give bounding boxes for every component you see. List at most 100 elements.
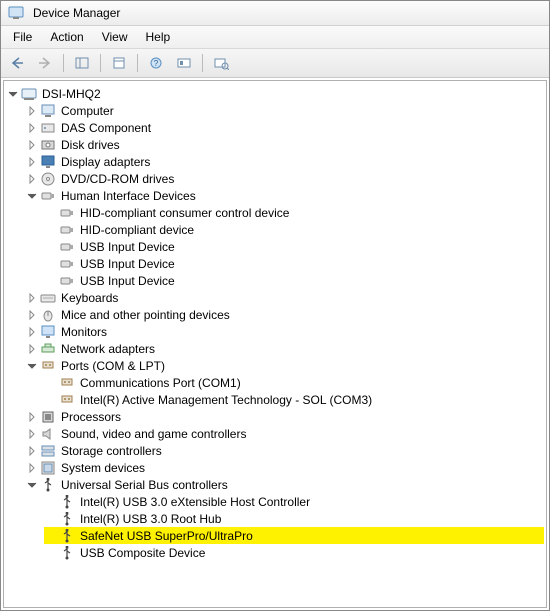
tree-device-node[interactable]: Intel(R) Active Management Technology - … <box>44 391 544 408</box>
tree-category-label: Mice and other pointing devices <box>59 308 232 322</box>
tree-collapse-icon[interactable] <box>25 478 39 492</box>
tree-collapse-icon[interactable] <box>25 189 39 203</box>
dvd-icon <box>40 171 56 187</box>
tree-root-label: DSI-MHQ2 <box>40 87 103 101</box>
tree-device-node[interactable]: USB Input Device <box>44 255 544 272</box>
tree-device-node[interactable]: Communications Port (COM1) <box>44 374 544 391</box>
scan-hardware-button[interactable] <box>172 52 196 74</box>
tree-expand-icon[interactable] <box>25 121 39 135</box>
menu-view[interactable]: View <box>94 28 136 46</box>
tree-category-label: Disk drives <box>59 138 122 152</box>
tree-category-node[interactable]: Disk drives <box>25 136 544 153</box>
hid-icon <box>59 205 75 221</box>
tree-category-node[interactable]: Universal Serial Bus controllers <box>25 476 544 493</box>
tree-spacer <box>44 206 58 220</box>
help-button[interactable]: ? <box>144 52 168 74</box>
tree-category-node[interactable]: Human Interface Devices <box>25 187 544 204</box>
tree-spacer <box>44 546 58 560</box>
tree-device-label: USB Composite Device <box>78 546 207 560</box>
tree-device-node[interactable]: Intel(R) USB 3.0 Root Hub <box>44 510 544 527</box>
keyboard-icon <box>40 290 56 306</box>
back-button[interactable] <box>5 52 29 74</box>
tree-spacer <box>44 512 58 526</box>
tree-category-node[interactable]: Ports (COM & LPT) <box>25 357 544 374</box>
tree-device-label: Intel(R) Active Management Technology - … <box>78 393 374 407</box>
toolbar-separator <box>202 54 203 72</box>
tree-expand-icon[interactable] <box>25 444 39 458</box>
tree-device-node[interactable]: SafeNet USB SuperPro/UltraPro <box>44 527 544 544</box>
menu-action[interactable]: Action <box>42 28 91 46</box>
tree-device-label: USB Input Device <box>78 257 177 271</box>
tree-category-node[interactable]: Display adapters <box>25 153 544 170</box>
tree-expand-icon[interactable] <box>25 325 39 339</box>
tree-expand-icon[interactable] <box>25 172 39 186</box>
usb-icon <box>59 494 75 510</box>
tree-spacer <box>44 223 58 237</box>
tree-device-node[interactable]: USB Input Device <box>44 238 544 255</box>
tree-device-node[interactable]: Intel(R) USB 3.0 eXtensible Host Control… <box>44 493 544 510</box>
hid-icon <box>40 188 56 204</box>
forward-button[interactable] <box>33 52 57 74</box>
tree-collapse-icon[interactable] <box>25 359 39 373</box>
cpu-icon <box>40 409 56 425</box>
tree-expand-icon[interactable] <box>25 104 39 118</box>
usb-icon <box>59 528 75 544</box>
tree-expand-icon[interactable] <box>25 138 39 152</box>
tree-category-label: Monitors <box>59 325 109 339</box>
tree-device-label: USB Input Device <box>78 240 177 254</box>
tree-category-label: Display adapters <box>59 155 152 169</box>
tree-device-node[interactable]: USB Input Device <box>44 272 544 289</box>
tree-category-node[interactable]: Keyboards <box>25 289 544 306</box>
tree-expand-icon[interactable] <box>25 342 39 356</box>
tree-category-label: Computer <box>59 104 116 118</box>
tree-device-label: USB Input Device <box>78 274 177 288</box>
port-icon <box>40 358 56 374</box>
tree-category-label: DAS Component <box>59 121 153 135</box>
computer-icon <box>21 86 37 102</box>
tree-category-label: DVD/CD-ROM drives <box>59 172 176 186</box>
tree-collapse-icon[interactable] <box>6 87 20 101</box>
tree-category-node[interactable]: Sound, video and game controllers <box>25 425 544 442</box>
tree-category-node[interactable]: System devices <box>25 459 544 476</box>
monitor-icon <box>40 324 56 340</box>
tree-device-node[interactable]: HID-compliant consumer control device <box>44 204 544 221</box>
tree-device-node[interactable]: HID-compliant device <box>44 221 544 238</box>
device-tree-panel[interactable]: DSI-MHQ2 Computer DAS Component Disk drives… <box>3 80 547 608</box>
tree-category-label: System devices <box>59 461 147 475</box>
tree-device-label: SafeNet USB SuperPro/UltraPro <box>78 529 255 543</box>
tree-spacer <box>44 274 58 288</box>
tree-category-node[interactable]: DVD/CD-ROM drives <box>25 170 544 187</box>
tree-category-node[interactable]: Network adapters <box>25 340 544 357</box>
computer-icon <box>40 103 56 119</box>
das-icon <box>40 120 56 136</box>
show-hidden-devices-button[interactable] <box>209 52 233 74</box>
tree-category-node[interactable]: Computer <box>25 102 544 119</box>
tree-expand-icon[interactable] <box>25 308 39 322</box>
properties-button[interactable] <box>107 52 131 74</box>
menu-file[interactable]: File <box>5 28 40 46</box>
tree-category-node[interactable]: Monitors <box>25 323 544 340</box>
show-hide-console-tree-button[interactable] <box>70 52 94 74</box>
tree-category-node[interactable]: Mice and other pointing devices <box>25 306 544 323</box>
window-title: Device Manager <box>33 6 120 20</box>
tree-category-label: Processors <box>59 410 123 424</box>
tree-expand-icon[interactable] <box>25 410 39 424</box>
tree-spacer <box>44 393 58 407</box>
tree-category-node[interactable]: Processors <box>25 408 544 425</box>
mouse-icon <box>40 307 56 323</box>
tree-category-node[interactable]: Storage controllers <box>25 442 544 459</box>
tree-category-label: Network adapters <box>59 342 157 356</box>
tree-category-node[interactable]: DAS Component <box>25 119 544 136</box>
menu-help[interactable]: Help <box>138 28 179 46</box>
svg-text:?: ? <box>154 59 159 68</box>
tree-expand-icon[interactable] <box>25 461 39 475</box>
tree-expand-icon[interactable] <box>25 291 39 305</box>
tree-root-node[interactable]: DSI-MHQ2 <box>6 85 544 102</box>
hid-icon <box>59 222 75 238</box>
tree-expand-icon[interactable] <box>25 427 39 441</box>
tree-expand-icon[interactable] <box>25 155 39 169</box>
tree-category-label: Sound, video and game controllers <box>59 427 248 441</box>
port-icon <box>59 375 75 391</box>
usb-icon <box>40 477 56 493</box>
tree-device-node[interactable]: USB Composite Device <box>44 544 544 561</box>
